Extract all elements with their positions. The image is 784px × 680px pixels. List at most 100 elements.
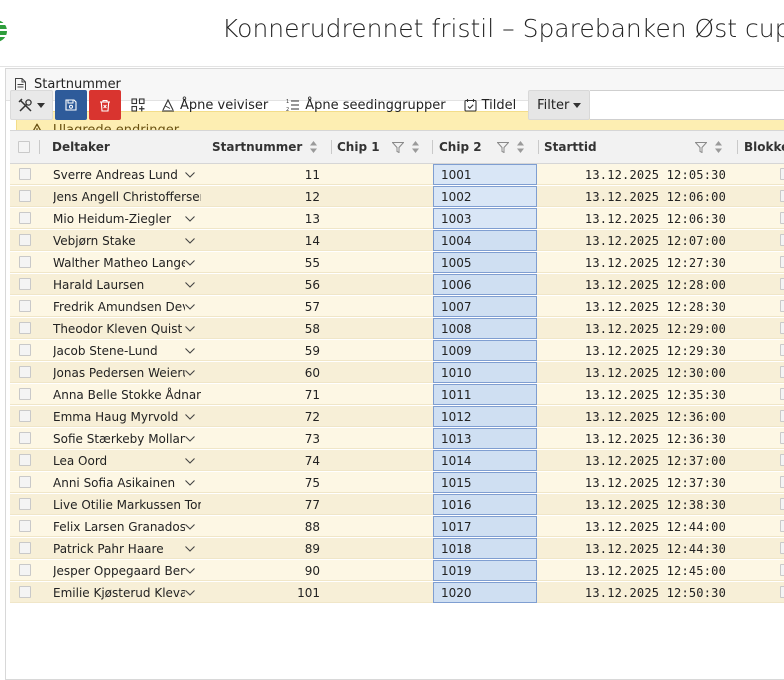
chip2-cell[interactable]: 1004 [433,230,537,251]
chip2-cell[interactable]: 1007 [433,296,537,317]
row-select-checkbox[interactable] [19,212,31,224]
blocked-checkbox[interactable] [780,212,784,224]
filter-icon[interactable] [392,142,404,153]
chip2-cell[interactable]: 1001 [433,164,537,185]
search-input[interactable] [590,90,784,120]
table-row[interactable]: Sofie Stærkeby Mollan 73 1013 13.12.2025 12… [10,428,784,449]
start-time[interactable]: 13.12.2025 12:27:30 [550,252,726,273]
row-select-checkbox[interactable] [19,344,31,356]
filter-dropdown[interactable]: Filter [528,90,591,120]
start-number[interactable]: 12 [190,186,320,207]
select-all-checkbox[interactable] [18,141,30,153]
row-select-checkbox[interactable] [19,476,31,488]
start-number[interactable]: 58 [190,318,320,339]
sort-icon[interactable] [309,140,318,154]
table-row[interactable]: Walther Matheo Langeli 55 1005 13.12.2025 1… [10,252,784,273]
chip2-cell[interactable]: 1015 [433,472,537,493]
blocked-checkbox[interactable] [780,256,784,268]
filter-icon[interactable] [695,142,707,153]
column-header-chip1[interactable]: Chip 1 [337,131,431,163]
table-row[interactable]: Theodor Kleven Quist 58 1008 13.12.2025 12:… [10,318,784,339]
column-header-chip2[interactable]: Chip 2 [439,131,539,163]
chip2-cell[interactable]: 1016 [433,494,537,515]
start-number[interactable]: 72 [190,406,320,427]
chip2-cell[interactable]: 1006 [433,274,537,295]
row-select-checkbox[interactable] [19,564,31,576]
assign-button[interactable]: Tildel [458,90,523,120]
start-time[interactable]: 13.12.2025 12:38:30 [550,494,726,515]
row-select-checkbox[interactable] [19,454,31,466]
start-time[interactable]: 13.12.2025 12:05:30 [550,164,726,185]
table-row[interactable]: Jens Angell Christoffersen 12 1002 13.12.20… [10,186,784,207]
table-row[interactable]: Jonas Pedersen Weierud 60 1010 13.12.2025 1… [10,362,784,383]
blocked-checkbox[interactable] [780,564,784,576]
row-select-checkbox[interactable] [19,586,31,598]
start-number[interactable]: 77 [190,494,320,515]
start-time[interactable]: 13.12.2025 12:44:00 [550,516,726,537]
row-select-checkbox[interactable] [19,256,31,268]
row-select-checkbox[interactable] [19,542,31,554]
start-number[interactable]: 11 [190,164,320,185]
row-select-checkbox[interactable] [19,190,31,202]
table-row[interactable]: Anni Sofia Asikainen 75 1015 13.12.2025 12:… [10,472,784,493]
blocked-checkbox[interactable] [780,344,784,356]
start-time[interactable]: 13.12.2025 12:35:30 [550,384,726,405]
start-number[interactable]: 74 [190,450,320,471]
chip2-cell[interactable]: 1012 [433,406,537,427]
table-row[interactable]: Emilie Kjøsterud Klevan 101 1020 13.12.2025… [10,582,784,603]
table-row[interactable]: Vebjørn Stake 14 1004 13.12.2025 12:07:00 [10,230,784,251]
chip2-cell[interactable]: 1011 [433,384,537,405]
start-number[interactable]: 75 [190,472,320,493]
start-time[interactable]: 13.12.2025 12:44:30 [550,538,726,559]
blocked-checkbox[interactable] [780,476,784,488]
start-time[interactable]: 13.12.2025 12:36:00 [550,406,726,427]
row-select-checkbox[interactable] [19,322,31,334]
column-header-participant[interactable]: Deltaker [52,131,202,163]
blocked-checkbox[interactable] [780,410,784,422]
blocked-checkbox[interactable] [780,454,784,466]
chip2-cell[interactable]: 1014 [433,450,537,471]
sort-icon[interactable] [714,140,723,154]
start-number[interactable]: 71 [190,384,320,405]
blocked-checkbox[interactable] [780,234,784,246]
row-select-checkbox[interactable] [19,520,31,532]
start-number[interactable]: 101 [190,582,320,603]
table-row[interactable]: Jacob Stene-Lund 59 1009 13.12.2025 12:29:3… [10,340,784,361]
blocked-checkbox[interactable] [780,300,784,312]
row-select-checkbox[interactable] [19,366,31,378]
row-select-checkbox[interactable] [19,388,31,400]
table-row[interactable]: Fredrik Amundsen Devig 57 1007 13.12.2025 1… [10,296,784,317]
sort-icon[interactable] [516,140,525,154]
start-number[interactable]: 59 [190,340,320,361]
start-number[interactable]: 55 [190,252,320,273]
chip2-cell[interactable]: 1019 [433,560,537,581]
start-time[interactable]: 13.12.2025 12:28:00 [550,274,726,295]
tools-menu-button[interactable] [10,90,53,120]
row-select-checkbox[interactable] [19,278,31,290]
delete-button[interactable] [89,90,121,120]
blocked-checkbox[interactable] [780,388,784,400]
chip2-cell[interactable]: 1009 [433,340,537,361]
chip2-cell[interactable]: 1020 [433,582,537,603]
start-time[interactable]: 13.12.2025 12:37:00 [550,450,726,471]
filter-icon[interactable] [497,142,509,153]
open-seeding-groups-button[interactable]: 1 2 Åpne seedinggrupper [280,90,451,120]
start-time[interactable]: 13.12.2025 12:45:00 [550,560,726,581]
blocked-checkbox[interactable] [780,322,784,334]
table-row[interactable]: Harald Laursen 56 1006 13.12.2025 12:28:00 [10,274,784,295]
chip2-cell[interactable]: 1010 [433,362,537,383]
chip2-cell[interactable]: 1008 [433,318,537,339]
chip2-cell[interactable]: 1002 [433,186,537,207]
start-time[interactable]: 13.12.2025 12:36:30 [550,428,726,449]
save-button[interactable] [55,90,87,120]
start-time[interactable]: 13.12.2025 12:50:30 [550,582,726,603]
start-number[interactable]: 60 [190,362,320,383]
row-select-checkbox[interactable] [19,498,31,510]
chip2-cell[interactable]: 1005 [433,252,537,273]
table-row[interactable]: Felix Larsen Granados 88 1017 13.12.2025 12… [10,516,784,537]
row-select-checkbox[interactable] [19,234,31,246]
start-time[interactable]: 13.12.2025 12:37:30 [550,472,726,493]
chip2-cell[interactable]: 1018 [433,538,537,559]
column-header-blocked[interactable]: Blokker [744,131,784,163]
chip2-cell[interactable]: 1017 [433,516,537,537]
